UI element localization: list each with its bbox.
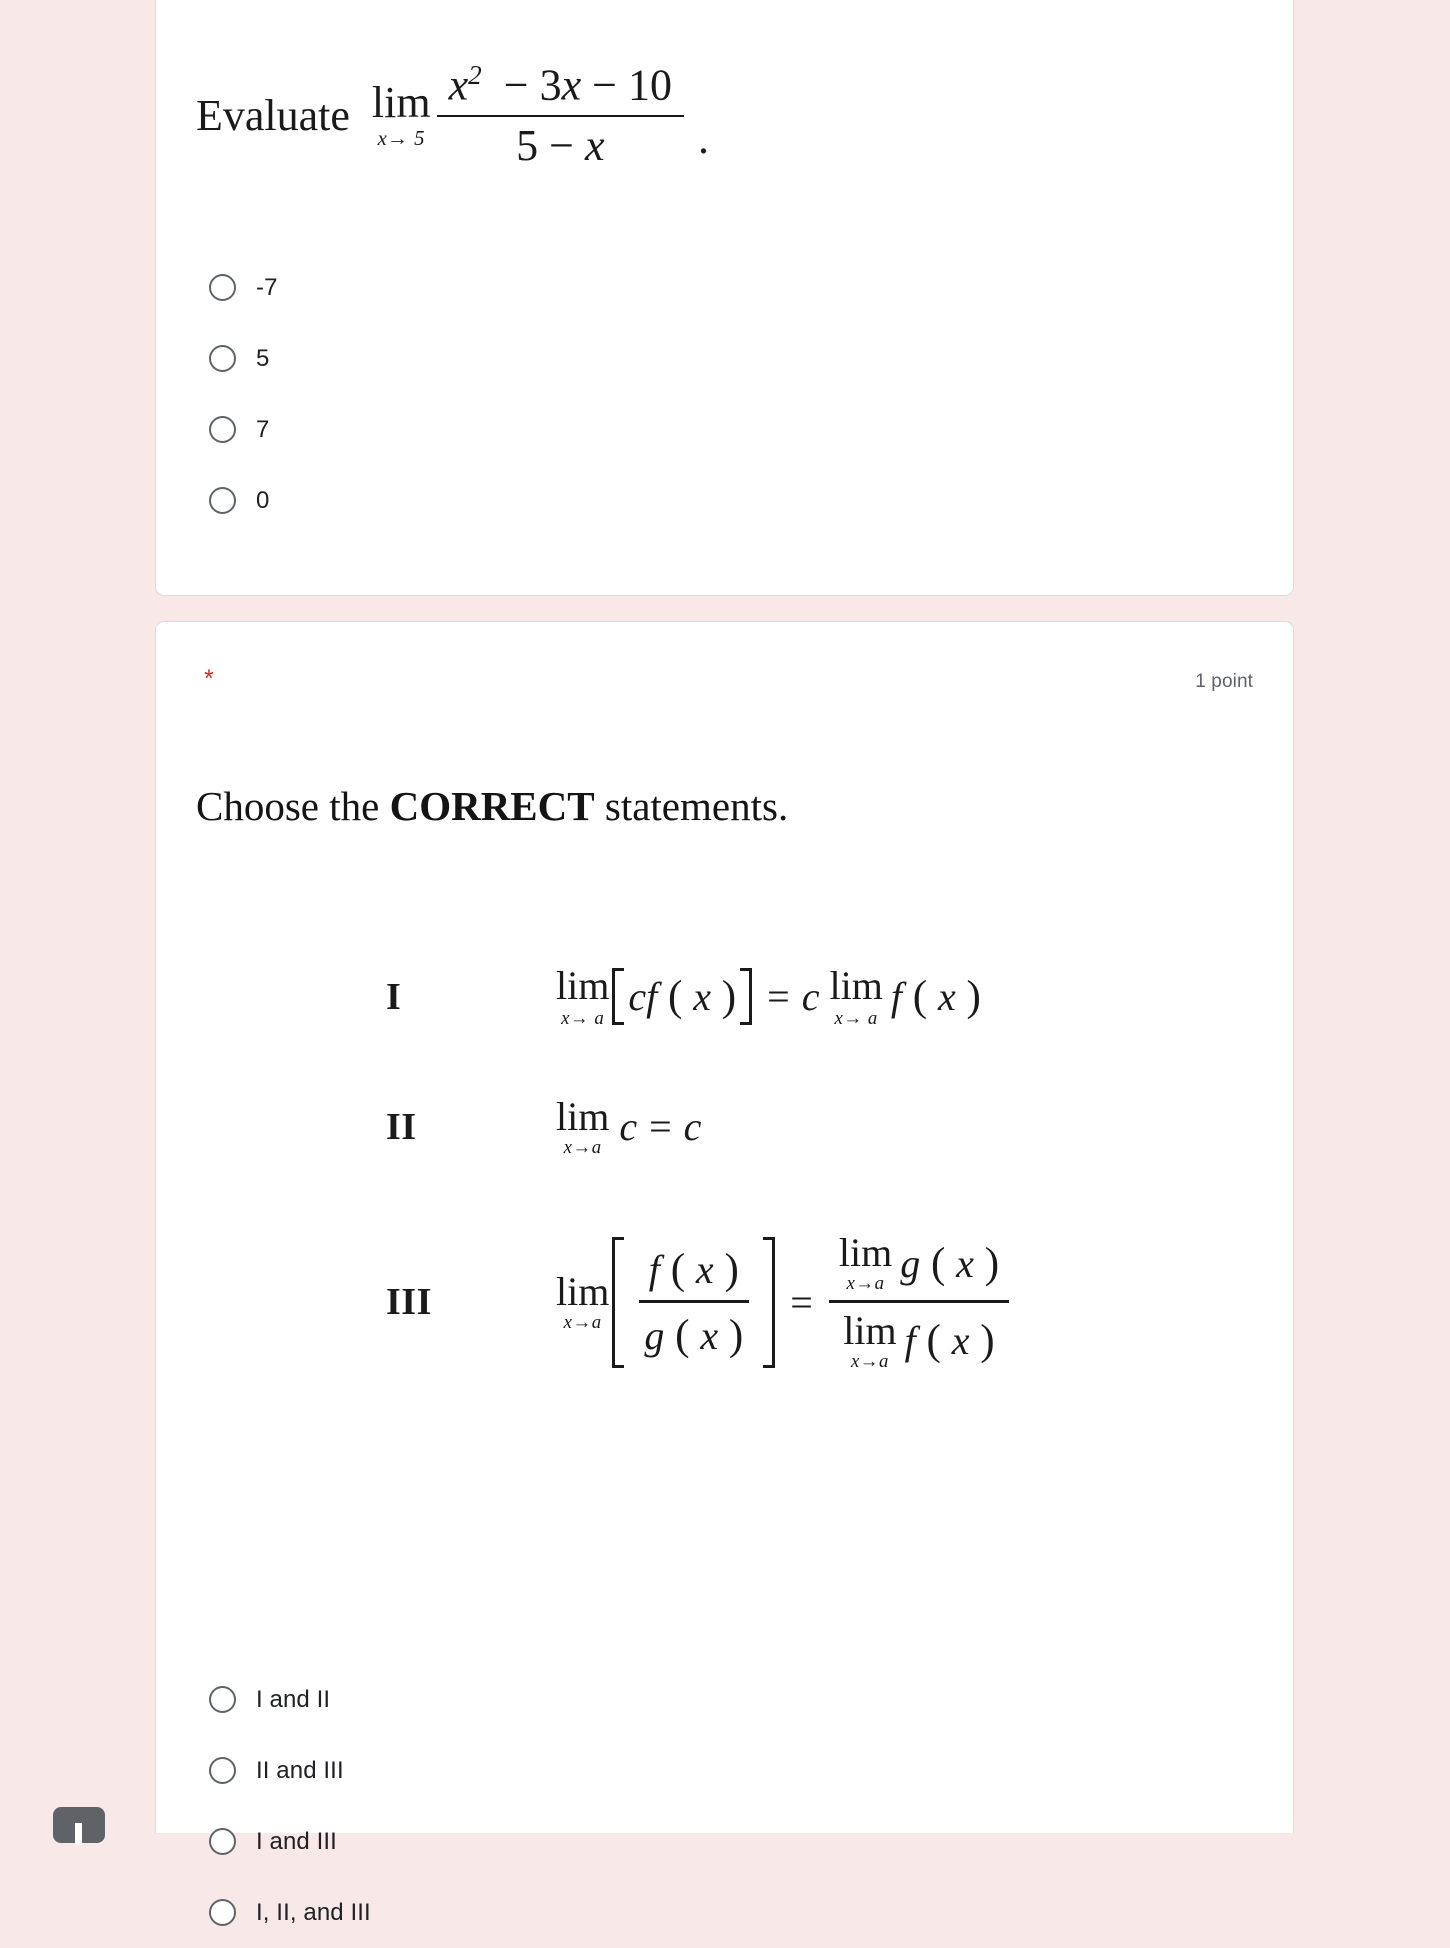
statement-row-3: III lim x→a f ( x ) g (x) = lim x→a g … <box>386 1197 1216 1407</box>
statement-row-2: II lim x→a c = c <box>386 1057 1216 1197</box>
option-label: 0 <box>256 486 270 514</box>
option-label: 5 <box>256 344 270 372</box>
heading-text-after: statements. <box>594 783 789 829</box>
question-card-2: * 1 point Choose the CORRECT statements.… <box>155 621 1294 1926</box>
bracket-left-icon <box>612 1236 625 1368</box>
radio-button-icon[interactable] <box>209 274 236 301</box>
limit-operator: lim x→a <box>556 1093 610 1158</box>
fraction-numerator: x2 − 3x − 10 <box>436 60 684 118</box>
bracket-content: cf ( x ) <box>628 973 737 1021</box>
option-row[interactable]: 7 <box>196 394 278 465</box>
statement-expression-3: lim x→a f ( x ) g ( x ) = lim x→a g (x … <box>556 1229 1013 1372</box>
limit-operator: lim x→a <box>556 1268 610 1333</box>
bracket-content: f ( x ) g ( x ) <box>624 1237 763 1368</box>
bracket-left-icon <box>612 968 625 1026</box>
question-2-meta: * 1 point <box>156 622 1293 742</box>
limit-value: c <box>683 1104 702 1150</box>
statement-expression-1: lim x→ a cf ( x ) = c lim x→ a f (x) <box>556 962 981 1029</box>
option-row[interactable]: -7 <box>196 252 278 323</box>
heading-text-emphasis: CORRECT <box>389 783 595 829</box>
bracket-right-icon <box>763 1236 776 1368</box>
radio-button-icon[interactable] <box>209 1828 236 1855</box>
option-row[interactable]: I, II, and III <box>196 1877 371 1948</box>
bracket-right-icon <box>740 968 753 1026</box>
heading-text-before: Choose the <box>196 783 390 829</box>
option-label: I and III <box>256 1827 337 1855</box>
relation-equals: = <box>767 974 790 1020</box>
limit-operator: lim x→a <box>838 1229 893 1294</box>
limit-operator: lim x→ a <box>829 962 883 1029</box>
limit-subscript: x→a <box>563 1136 602 1158</box>
inner-fraction-denominator: g ( x ) <box>644 1311 744 1359</box>
question-1-prompt: Evaluate lim x→ 5 x2 − 3x − 10 5 − x . <box>196 60 709 170</box>
option-row[interactable]: I and III <box>196 1806 371 1877</box>
option-label: 7 <box>256 415 270 443</box>
option-label: II and III <box>256 1756 344 1784</box>
inner-fraction-numerator: f ( x ) <box>638 1245 749 1303</box>
required-asterisk: * <box>204 665 214 693</box>
radio-button-icon[interactable] <box>209 1899 236 1926</box>
question-card-1: Evaluate lim x→ 5 x2 − 3x − 10 5 − x . -… <box>155 0 1294 596</box>
square-bracket-group: cf ( x ) <box>612 968 753 1026</box>
statement-numeral: I <box>386 976 402 1018</box>
form-column: Evaluate lim x→ 5 x2 − 3x − 10 5 − x . -… <box>155 0 1294 1926</box>
radio-button-icon[interactable] <box>209 1686 236 1713</box>
statement-numeral: III <box>386 1281 432 1323</box>
coefficient: c <box>801 974 820 1020</box>
limit-subscript: x→ a <box>834 1007 878 1029</box>
limit-operator-label: lim <box>556 962 610 1008</box>
question-2-heading: Choose the CORRECT statements. <box>196 782 788 830</box>
radio-button-icon[interactable] <box>209 487 236 514</box>
limit-operator-label: lim <box>838 1229 893 1275</box>
statement-numeral: II <box>386 1106 417 1148</box>
radio-button-icon[interactable] <box>209 345 236 372</box>
question-1-prompt-prefix: Evaluate <box>196 90 350 140</box>
floating-action-button[interactable] <box>53 1807 105 1845</box>
fraction-denominator: 5 − x <box>516 121 605 171</box>
limit-subscript: x→ 5 <box>377 127 425 150</box>
statements-list: I lim x→ a cf ( x ) = c lim x→ a f (x)… <box>386 937 1216 1407</box>
option-label: I and II <box>256 1685 331 1713</box>
limit-operator: lim x→a <box>843 1307 897 1372</box>
outer-fraction-denominator: lim x→a f ( x ) <box>833 1303 1004 1372</box>
limit-subscript: x→ a <box>561 1007 605 1029</box>
limit-operator-label: lim <box>556 1268 610 1314</box>
limit-operator-label: lim <box>371 77 431 127</box>
limit-body: c <box>619 1104 638 1150</box>
outer-fraction-numerator: lim x→a g ( x ) <box>828 1229 1010 1303</box>
option-label: -7 <box>256 273 278 301</box>
statement-expression-2: lim x→a c = c <box>556 1093 702 1158</box>
limit-operator: lim x→ a <box>556 962 610 1029</box>
question-2-options: I and II II and III I and III I, II, and… <box>196 1664 371 1948</box>
limit-operator-label: lim <box>843 1307 897 1353</box>
question-1-options: -7 5 7 0 <box>196 252 278 536</box>
function-expression: f ( x ) <box>904 1317 995 1365</box>
option-row[interactable]: II and III <box>196 1735 371 1806</box>
square-bracket-group: f ( x ) g ( x ) <box>612 1236 776 1368</box>
function-expression: f ( x ) <box>890 973 981 1021</box>
function-expression: g ( x ) <box>900 1239 1000 1287</box>
option-row[interactable]: 5 <box>196 323 278 394</box>
limit-subscript: x→a <box>850 1350 889 1372</box>
outer-fraction: lim x→a g ( x ) lim x→a f (x) <box>828 1229 1010 1372</box>
floating-action-button-glyph <box>75 1823 82 1845</box>
option-row[interactable]: 0 <box>196 465 278 536</box>
point-value-label: 1 point <box>1195 671 1253 692</box>
radio-button-icon[interactable] <box>209 1757 236 1784</box>
limit-operator: lim x→ 5 <box>371 77 431 150</box>
statement-row-1: I lim x→ a cf ( x ) = c lim x→ a f (x) <box>386 937 1216 1057</box>
relation-equals: = <box>790 1279 813 1325</box>
option-row[interactable]: I and II <box>196 1664 371 1735</box>
inner-fraction: f ( x ) g ( x ) <box>634 1245 753 1360</box>
option-label: I, II, and III <box>256 1898 371 1926</box>
trailing-period: . <box>697 114 709 164</box>
limit-subscript: x→a <box>846 1272 885 1294</box>
fraction: x2 − 3x − 10 5 − x <box>436 60 684 171</box>
radio-button-icon[interactable] <box>209 416 236 443</box>
limit-operator-label: lim <box>829 962 883 1008</box>
limit-operator-label: lim <box>556 1093 610 1139</box>
relation-equals: = <box>649 1104 672 1150</box>
limit-subscript: x→a <box>563 1311 602 1333</box>
